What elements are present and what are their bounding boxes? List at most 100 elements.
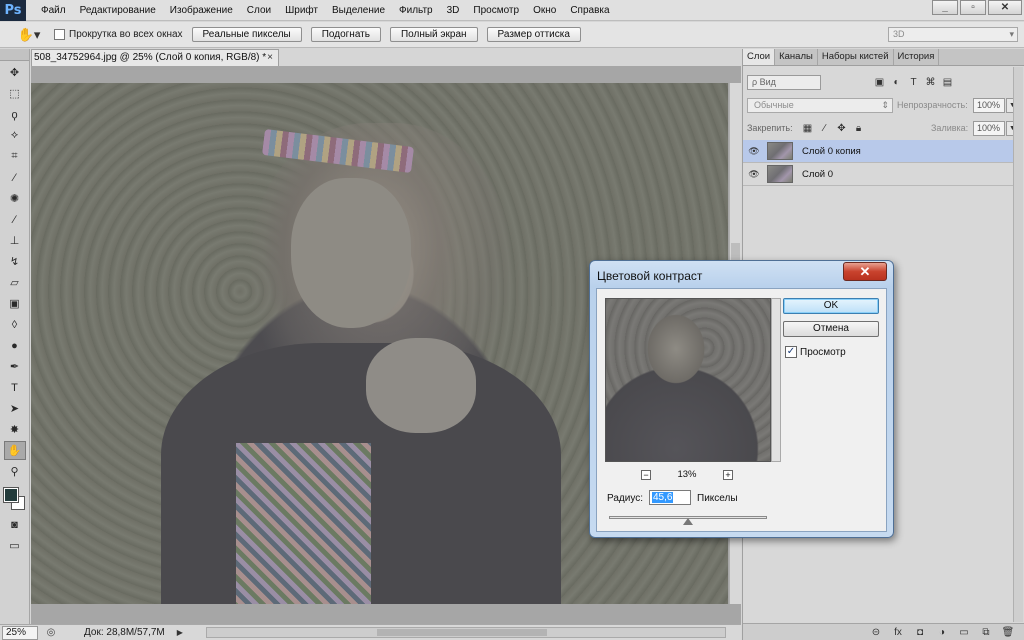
tools-panel-header[interactable] [0, 49, 29, 61]
layer-name: Слой 0 копия [802, 145, 861, 157]
move-tool-icon[interactable]: ✥ [4, 63, 26, 82]
shape-tool-icon[interactable]: ✸ [4, 420, 26, 439]
actual-pixels-button[interactable]: Реальные пикселы [191, 27, 302, 42]
close-window-button[interactable]: ✕ [988, 0, 1022, 15]
status-menu-arrow-icon[interactable]: ▶ [177, 628, 183, 637]
add-mask-icon[interactable]: ◘ [909, 627, 931, 638]
shape-filter-icon[interactable]: ⌘ [922, 75, 939, 90]
menu-edit[interactable]: Редактирование [73, 0, 163, 21]
menu-bar: Ps Файл Редактирование Изображение Слои … [0, 0, 1024, 21]
tab-brush-presets[interactable]: Наборы кистей [818, 49, 894, 65]
workspace-select[interactable]: 3D ▾ [888, 27, 1018, 42]
radius-slider-thumb[interactable] [683, 518, 693, 525]
restore-button[interactable]: ▫ [960, 0, 986, 15]
history-brush-tool-icon[interactable]: ↯ [4, 252, 26, 271]
menu-help[interactable]: Справка [563, 0, 616, 21]
tab-history[interactable]: История [894, 49, 940, 65]
brush-tool-icon[interactable]: ∕ [4, 210, 26, 229]
foreground-color-swatch[interactable] [2, 487, 19, 503]
eraser-tool-icon[interactable]: ▱ [4, 273, 26, 292]
hand-tool-preset-icon[interactable]: ✋▾ [14, 24, 44, 46]
menu-filter[interactable]: Фильтр [392, 0, 440, 21]
preview-checkbox[interactable]: ✓ [785, 346, 797, 358]
lock-pixels-icon[interactable]: ∕ [816, 121, 833, 136]
healing-brush-tool-icon[interactable]: ✺ [4, 189, 26, 208]
layer-style-icon[interactable]: fx [887, 627, 909, 638]
menu-window[interactable]: Окно [526, 0, 563, 21]
layer-filter-select[interactable]: ρ Вид [747, 75, 821, 90]
close-document-icon[interactable]: × [267, 50, 273, 66]
adjustment-filter-icon[interactable]: ◐ [888, 75, 905, 90]
dodge-tool-icon[interactable]: ● [4, 336, 26, 355]
preview-zoom-value: 13% [677, 469, 697, 480]
type-filter-icon[interactable]: T [905, 75, 922, 90]
chevron-down-icon: ▾ [1009, 29, 1014, 39]
tab-channels[interactable]: Каналы [775, 49, 818, 65]
screen-mode-icon[interactable]: ▭ [4, 536, 26, 555]
pen-tool-icon[interactable]: ✒ [4, 357, 26, 376]
fill-field[interactable]: 100% [973, 121, 1005, 136]
fit-screen-button[interactable]: Подогнать [310, 27, 381, 42]
print-size-button[interactable]: Размер оттиска [486, 27, 581, 42]
zoom-tool-icon[interactable]: ⚲ [4, 462, 26, 481]
horizontal-scrollbar[interactable] [206, 627, 726, 638]
lasso-tool-icon[interactable]: ϙ [4, 105, 26, 124]
opacity-field[interactable]: 100% [973, 98, 1005, 113]
status-bar: 25% ◎ Док: 28,8М/57,7М ▶ [0, 624, 741, 640]
horizontal-scroll-thumb[interactable] [377, 629, 547, 636]
lock-transparent-icon[interactable]: ▦ [799, 121, 816, 136]
blur-tool-icon[interactable]: ◊ [4, 315, 26, 334]
layer-row[interactable]: 👁︎ Слой 0 [743, 163, 1013, 186]
visibility-eye-icon[interactable]: 👁︎ [743, 169, 765, 180]
delete-layer-icon[interactable]: 🗑︎ [997, 627, 1019, 638]
menu-layers[interactable]: Слои [240, 0, 278, 21]
visibility-eye-icon[interactable]: 👁︎ [743, 146, 765, 157]
crop-tool-icon[interactable]: ⌗ [4, 147, 26, 166]
pixel-filter-icon[interactable]: ▣ [871, 75, 888, 90]
lock-position-icon[interactable]: ✥ [833, 121, 850, 136]
tab-layers[interactable]: Слои [743, 49, 776, 65]
dialog-close-button[interactable]: ✕ [843, 262, 887, 281]
preview-scrollbar[interactable] [771, 298, 781, 462]
radius-unit-label: Пикселы [697, 493, 738, 504]
gradient-tool-icon[interactable]: ▣ [4, 294, 26, 313]
status-info-icon[interactable]: ◎ [44, 627, 58, 638]
lock-all-icon[interactable]: 🔒︎ [850, 121, 867, 136]
dialog-title: Цветовой контраст [597, 269, 703, 283]
layer-row[interactable]: 👁︎ Слой 0 копия [743, 140, 1013, 163]
zoom-level-field[interactable]: 25% [2, 625, 38, 640]
zoom-out-icon[interactable]: − [641, 469, 651, 480]
document-tab-title: 508_34752964.jpg @ 25% (Слой 0 копия, RG… [34, 52, 267, 63]
menu-file[interactable]: Файл [34, 0, 73, 21]
adjustment-layer-icon[interactable]: ◑ [931, 627, 953, 638]
menu-view[interactable]: Просмотр [466, 0, 526, 21]
minimize-button[interactable]: _ [932, 0, 958, 15]
menu-type[interactable]: Шрифт [278, 0, 325, 21]
hand-tool-icon[interactable]: ✋ [3, 441, 26, 460]
type-tool-icon[interactable]: T [4, 378, 26, 397]
layer-thumbnail [767, 142, 793, 160]
cancel-button[interactable]: Отмена [783, 321, 879, 337]
clone-stamp-tool-icon[interactable]: ⊥ [4, 231, 26, 250]
blend-mode-select[interactable]: Обычные ⇕ [747, 98, 893, 113]
new-group-icon[interactable]: ▭ [953, 627, 975, 638]
quick-mask-icon[interactable]: ◙ [4, 515, 26, 534]
ok-button[interactable]: OK [783, 298, 879, 314]
full-screen-button[interactable]: Полный экран [389, 27, 478, 42]
menu-select[interactable]: Выделение [325, 0, 392, 21]
menu-image[interactable]: Изображение [163, 0, 240, 21]
menu-3d[interactable]: 3D [440, 0, 467, 21]
marquee-tool-icon[interactable]: ⬚ [4, 84, 26, 103]
zoom-in-icon[interactable]: + [722, 469, 733, 480]
eyedropper-tool-icon[interactable]: ⁄ [4, 168, 26, 187]
filter-preview-image[interactable] [605, 298, 771, 462]
smart-object-filter-icon[interactable]: ▤ [939, 75, 956, 90]
panel-scrollbar[interactable] [1013, 67, 1023, 622]
document-tab[interactable]: 508_34752964.jpg @ 25% (Слой 0 копия, RG… [31, 49, 279, 66]
path-select-tool-icon[interactable]: ➤ [4, 399, 26, 418]
radius-input[interactable]: 45,6 [649, 490, 691, 505]
new-layer-icon[interactable]: ⧉ [975, 627, 997, 638]
link-layers-icon[interactable]: ⊝ [865, 627, 887, 638]
scroll-all-windows-checkbox[interactable] [54, 29, 65, 40]
quick-select-tool-icon[interactable]: ⟡ [4, 126, 26, 145]
